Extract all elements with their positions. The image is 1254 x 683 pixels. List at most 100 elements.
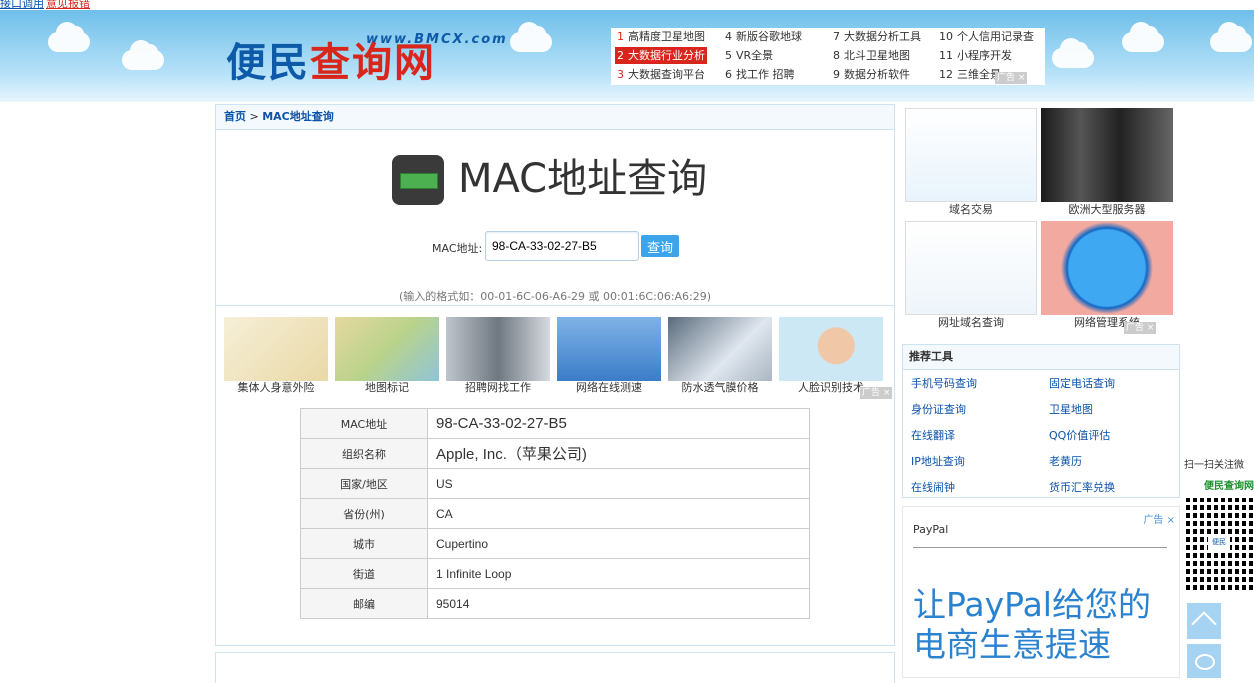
promo-number: 11 [939, 49, 953, 62]
membrane-image [668, 317, 772, 381]
back-to-top-icon[interactable] [1187, 603, 1221, 639]
logo-text: 便民查询网 [226, 30, 436, 88]
mac-input[interactable] [485, 231, 639, 261]
recommended-tools: 推荐工具 手机号码查询 固定电话查询 身份证查询 卫星地图 在线翻译 QQ价值评… [902, 344, 1180, 498]
promo-number: 12 [939, 68, 953, 81]
side-ad[interactable]: 网络管理系统 [1041, 221, 1173, 330]
thumb-ad[interactable]: 地图标记 [335, 317, 439, 395]
side-ad[interactable]: 欧洲大型服务器 [1041, 108, 1173, 217]
tool-link[interactable]: 在线闹钟 [911, 479, 955, 495]
thumb-caption: 防水透气膜价格 [681, 381, 759, 394]
ad-label[interactable]: 广告 × [1143, 511, 1175, 526]
side-ad[interactable]: 域名交易 [905, 108, 1037, 217]
promo-link[interactable]: 8 北斗卫星地图 [833, 47, 910, 64]
row-key: 省份(州) [300, 498, 428, 529]
promo-number: 2 [617, 49, 624, 62]
feedback-link[interactable]: 意见报错 [46, 0, 90, 10]
side-ad[interactable]: 网址域名查询 [905, 221, 1037, 330]
row-key: 街道 [300, 558, 428, 589]
tool-link[interactable]: 货币汇率兑换 [1049, 479, 1115, 495]
ad-close-icon[interactable]: × [1147, 323, 1155, 333]
promo-link[interactable]: 6 找工作 招聘 [725, 66, 795, 83]
promo-link[interactable]: 9 数据分析软件 [833, 66, 910, 83]
breadcrumb-home[interactable]: 首页 [224, 110, 246, 123]
tool-link[interactable]: 手机号码查询 [911, 375, 977, 391]
mac-field-label: MAC地址: [432, 242, 483, 255]
promo-label: 个人信用记录查 [957, 30, 1034, 43]
promo-label: VR全景 [736, 49, 774, 62]
api-link[interactable]: 接口调用 [0, 0, 44, 10]
row-key: 组织名称 [300, 438, 428, 469]
tool-link[interactable]: 在线翻译 [911, 427, 955, 443]
promo-label: 北斗卫星地图 [844, 49, 910, 62]
cloud-decoration [1122, 22, 1164, 52]
promo-number: 9 [833, 68, 840, 81]
query-button[interactable]: 查询 [641, 235, 679, 257]
paypal-ad[interactable]: 广告 × PayPal 让PayPal给您的电商生意提速 [902, 506, 1180, 678]
row-value: 1 Infinite Loop [427, 558, 810, 589]
ad-badge[interactable]: 广告 × [860, 387, 893, 399]
paypal-slogan: 让PayPal给您的电商生意提速 [913, 585, 1151, 664]
promo-link[interactable]: 4 新版谷歌地球 [725, 28, 802, 45]
tool-link[interactable]: 固定电话查询 [1049, 375, 1115, 391]
promo-number: 1 [617, 30, 624, 43]
breadcrumb-current[interactable]: MAC地址查询 [262, 110, 334, 123]
promo-link[interactable]: 5 VR全景 [725, 47, 773, 64]
tools-title: 推荐工具 [903, 345, 1179, 370]
job-image [446, 317, 550, 381]
table-row: MAC地址 98-CA-33-02-27-B5 [300, 408, 810, 439]
chat-icon[interactable] [1187, 644, 1221, 678]
cloud-decoration [1210, 22, 1252, 52]
page-title: MAC地址查询 [458, 156, 708, 202]
promo-link[interactable]: 10 个人信用记录查 [939, 28, 1034, 45]
thumb-ad[interactable]: 网络在线测速 [557, 317, 661, 395]
thumb-ad[interactable]: 招聘网找工作 [446, 317, 550, 395]
ad-badge[interactable]: 广告 × [1124, 322, 1157, 334]
tool-link[interactable]: IP地址查询 [911, 453, 965, 469]
promo-number: 7 [833, 30, 840, 43]
cloud-decoration [122, 40, 164, 70]
divider [216, 305, 894, 306]
map-image [335, 317, 439, 381]
promo-number: 6 [725, 68, 732, 81]
ad-close-icon[interactable]: × [883, 388, 891, 398]
sidebar-image-ads: 域名交易 欧洲大型服务器 网址域名查询 网络管理系统 广告 × [902, 104, 1178, 336]
tool-link[interactable]: 卫星地图 [1049, 401, 1093, 417]
promo-link[interactable]: 11 小程序开发 [939, 47, 1012, 64]
qr-brand: 便民查询网 [1204, 481, 1254, 492]
promo-link-highlighted[interactable]: 2 大数据行业分析 [615, 47, 707, 64]
cloud-decoration [510, 22, 552, 52]
table-row: 组织名称 Apple, Inc.（苹果公司) [300, 438, 810, 469]
row-value: Apple, Inc.（苹果公司) [427, 438, 810, 469]
promo-label: 新版谷歌地球 [736, 30, 802, 43]
row-value: Cupertino [427, 528, 810, 559]
thumb-ad[interactable]: 防水透气膜价格 [668, 317, 772, 395]
thumb-caption: 网络在线测速 [576, 381, 642, 394]
next-section [215, 652, 895, 683]
promo-link[interactable]: 3 大数据查询平台 [617, 66, 705, 83]
tool-link[interactable]: 身份证查询 [911, 401, 966, 417]
row-key: 国家/地区 [300, 468, 428, 499]
promo-link[interactable]: 1 高精度卫星地图 [617, 28, 705, 45]
tool-link[interactable]: 老黄历 [1049, 453, 1082, 469]
table-row: 邮编 95014 [300, 588, 810, 619]
ad-close-icon[interactable]: × [1018, 73, 1026, 83]
promo-label: 高精度卫星地图 [628, 30, 705, 43]
breadcrumb: 首页 > MAC地址查询 [216, 105, 894, 130]
promo-link[interactable]: 7 大数据分析工具 [833, 28, 921, 45]
wechat-qr-panel: 扫一扫关注微 便民查询网 便民 [1184, 456, 1254, 590]
thumb-ad[interactable]: 集体人身意外险 [224, 317, 328, 395]
top-bar: 接口调用 意见报错 [0, 0, 1254, 10]
promo-number: 3 [617, 68, 624, 81]
windows-image [1041, 221, 1173, 315]
breadcrumb-separator: > [246, 110, 263, 123]
site-logo[interactable]: www.BMCX.com 便民查询网 [226, 18, 506, 94]
qr-text: 扫一扫关注微 [1184, 460, 1244, 471]
ad-label: 广告 [1126, 323, 1145, 333]
tool-link[interactable]: QQ价值评估 [1049, 427, 1110, 443]
thumb-ad[interactable]: 人脸识别技术 [779, 317, 883, 395]
ad-badge[interactable]: 广告 × [995, 72, 1028, 84]
promo-number: 8 [833, 49, 840, 62]
promo-link[interactable]: 12 三维全景 [939, 66, 1001, 83]
thumb-caption: 招聘网找工作 [465, 381, 531, 394]
